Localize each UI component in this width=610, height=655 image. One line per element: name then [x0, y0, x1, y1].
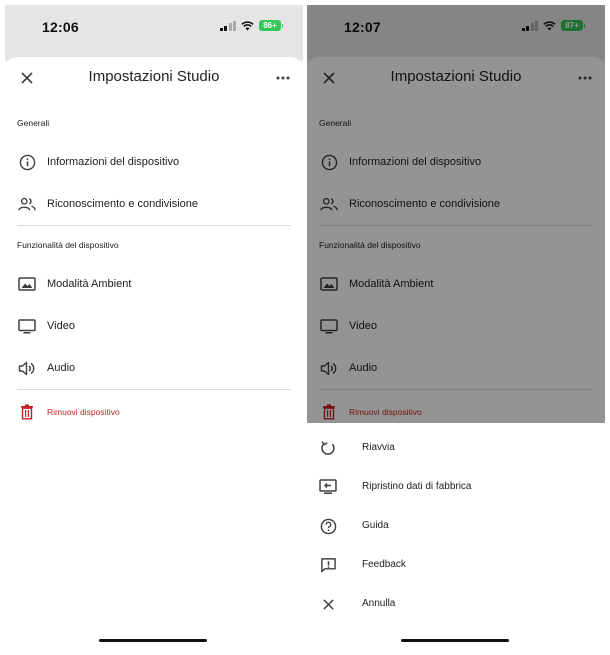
item-audio[interactable]: Audio [5, 351, 303, 385]
factory-reset-icon [318, 477, 338, 497]
more-options-button[interactable] [271, 66, 295, 90]
feedback-icon [318, 555, 338, 575]
more-icon [276, 76, 290, 80]
signal-icon [219, 20, 236, 31]
options-menu-sheet: Riavvia Ripristino dati di fabbrica Guid… [307, 423, 605, 650]
phone-screen-settings-menu-open: 12:07 87+ Impostazioni Studio Generali I… [307, 5, 605, 650]
divider [17, 225, 291, 226]
item-label: Riconoscimento e condivisione [47, 198, 199, 210]
item-label: Rimuovi dispositivo [47, 407, 120, 417]
item-label: Informazioni del dispositivo [47, 156, 180, 168]
battery-indicator: 86+ [259, 20, 283, 31]
status-icons: 86+ [219, 20, 283, 31]
home-indicator[interactable] [401, 638, 509, 642]
item-label: Modalità Ambient [47, 278, 132, 290]
phone-screen-settings: 12:06 86+ Impostazioni Studio Generali I… [5, 5, 303, 650]
menu-item-label: Feedback [362, 559, 406, 570]
menu-item-label: Ripristino dati di fabbrica [362, 481, 472, 492]
menu-item-label: Guida [362, 520, 389, 531]
people-icon [17, 194, 37, 214]
menu-item-label: Riavvia [362, 442, 395, 453]
menu-item-cancel[interactable]: Annulla [307, 586, 605, 622]
home-indicator[interactable] [99, 638, 207, 642]
help-icon [318, 516, 338, 536]
trash-icon [17, 402, 37, 422]
menu-item-feedback[interactable]: Feedback [307, 547, 605, 583]
page-title: Impostazioni Studio [88, 68, 220, 85]
item-device-info[interactable]: Informazioni del dispositivo [5, 145, 303, 179]
menu-item-help[interactable]: Guida [307, 508, 605, 544]
settings-sheet: Impostazioni Studio Generali Informazion… [5, 57, 303, 650]
photo-frame-icon [17, 274, 37, 294]
item-label: Audio [47, 362, 76, 374]
scrim-overlay[interactable] [307, 5, 605, 423]
monitor-icon [17, 316, 37, 336]
restart-icon [318, 438, 338, 458]
item-recognition-sharing[interactable]: Riconoscimento e condivisione [5, 187, 303, 221]
menu-item-factory-reset[interactable]: Ripristino dati di fabbrica [307, 469, 605, 505]
cancel-icon [318, 594, 338, 614]
menu-item-restart[interactable]: Riavvia [307, 430, 605, 466]
section-header-device-features: Funzionalità del dispositivo [17, 240, 119, 250]
section-header-general: Generali [17, 118, 50, 128]
wifi-icon [241, 20, 254, 30]
item-label: Video [47, 320, 75, 332]
item-remove-device[interactable]: Rimuovi dispositivo [5, 395, 303, 429]
menu-item-label: Annulla [362, 598, 396, 609]
status-bar: 12:06 86+ [5, 5, 303, 61]
speaker-icon [17, 358, 37, 378]
status-time: 12:06 [42, 19, 79, 35]
top-app-bar: Impostazioni Studio [5, 57, 303, 99]
info-icon [17, 152, 37, 172]
item-ambient-mode[interactable]: Modalità Ambient [5, 267, 303, 301]
item-video[interactable]: Video [5, 309, 303, 343]
divider [17, 389, 291, 390]
